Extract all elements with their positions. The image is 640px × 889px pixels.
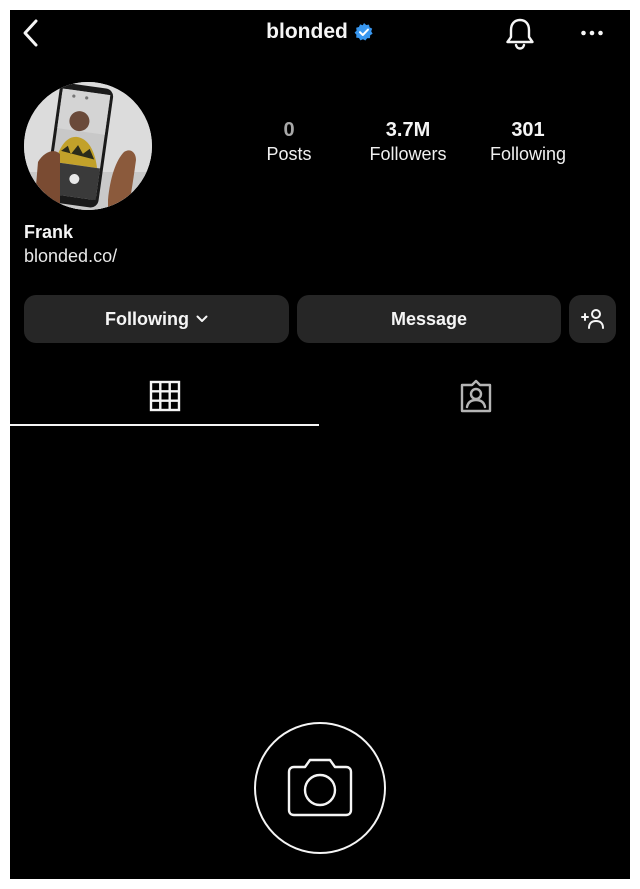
- following-count-value: 301: [511, 119, 545, 141]
- add-user-icon: [580, 309, 604, 329]
- empty-posts-camera[interactable]: [254, 722, 386, 854]
- posts-count[interactable]: 0 Posts: [234, 118, 344, 166]
- following-count[interactable]: 301 Following: [473, 118, 583, 166]
- tab-tagged[interactable]: [321, 366, 630, 426]
- tab-posts-grid[interactable]: [10, 366, 319, 426]
- posts-count-label: Posts: [266, 144, 312, 164]
- chevron-down-icon: [196, 315, 208, 322]
- following-button[interactable]: Following: [24, 295, 289, 343]
- following-count-label: Following: [489, 144, 567, 164]
- grid-icon: [149, 380, 180, 412]
- notifications-button[interactable]: [504, 16, 536, 52]
- posts-count-value: 0: [283, 119, 295, 141]
- camera-icon: [287, 758, 353, 817]
- profile-website-link[interactable]: blonded.co/: [24, 246, 117, 267]
- profile-username: blonded: [266, 20, 348, 43]
- more-options-button[interactable]: [580, 24, 604, 42]
- profile-display-name: Frank: [24, 222, 74, 242]
- suggested-users-button[interactable]: [569, 295, 616, 343]
- more-horizontal-icon: [581, 30, 603, 36]
- message-button-label: Message: [390, 308, 468, 329]
- followers-count[interactable]: 3.7M Followers: [353, 118, 463, 166]
- tagged-person-icon: [460, 379, 491, 413]
- followers-count-value: 3.7M: [385, 119, 431, 141]
- bell-icon: [506, 18, 534, 50]
- active-tab-indicator: [10, 424, 319, 426]
- profile-avatar[interactable]: [24, 82, 152, 210]
- following-button-label: Following: [105, 308, 189, 329]
- followers-count-label: Followers: [369, 144, 447, 164]
- verified-badge-icon: [354, 23, 373, 41]
- message-button[interactable]: Message: [297, 295, 561, 343]
- profile-screen: blonded 0 Posts 3.7M Followers 301 Follo…: [10, 10, 630, 879]
- header-title-group: blonded: [10, 20, 630, 44]
- avatar-photo: [24, 82, 152, 210]
